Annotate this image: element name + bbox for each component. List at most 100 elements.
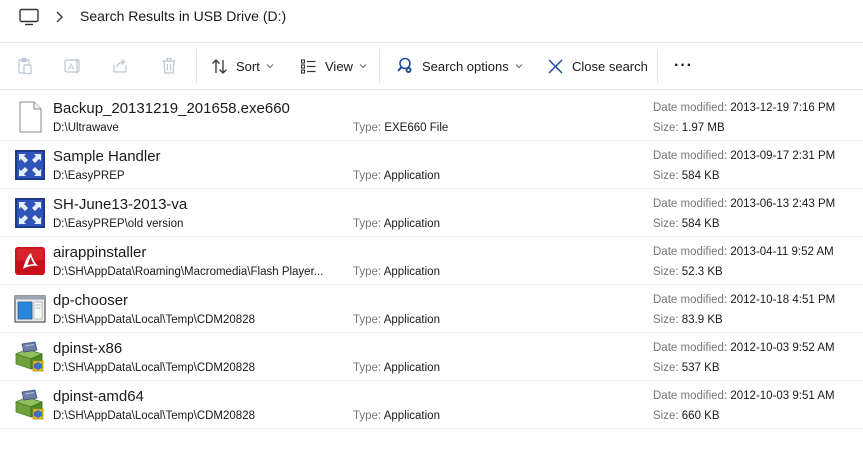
- list-item[interactable]: dp-chooser D:\SH\AppData\Local\Temp\CDM2…: [0, 285, 863, 333]
- delete-button[interactable]: [160, 43, 178, 89]
- size-label: Size:: [653, 410, 679, 422]
- type-label: Type:: [353, 362, 382, 374]
- type-value: Application: [383, 362, 440, 374]
- file-date: Date modified: 2013-04-11 9:52 AM: [653, 246, 834, 258]
- file-size: Size: 660 KB: [653, 410, 720, 422]
- toolbar-separator: [379, 49, 380, 83]
- file-name: dpinst-x86: [53, 340, 123, 357]
- file-path: D:\SH\AppData\Local\Temp\CDM20828: [53, 314, 255, 326]
- date-value: 2013-06-13 2:43 PM: [730, 198, 836, 210]
- close-icon: [548, 58, 563, 74]
- file-type: Type: Application: [353, 218, 440, 230]
- address-bar: Search Results in USB Drive (D:): [0, 0, 863, 34]
- close-search-label: Close search: [572, 58, 648, 74]
- paste-icon: [18, 57, 32, 75]
- list-item[interactable]: dpinst-amd64 D:\SH\AppData\Local\Temp\CD…: [0, 381, 863, 429]
- size-label: Size:: [653, 122, 679, 134]
- file-name: Backup_20131219_201658.exe660: [53, 100, 290, 117]
- size-value: 584 KB: [681, 170, 720, 182]
- blank-file-icon: [19, 101, 42, 133]
- file-size: Size: 1.97 MB: [653, 122, 725, 134]
- size-value: 537 KB: [681, 362, 720, 374]
- type-label: Type:: [353, 266, 382, 278]
- this-pc-icon[interactable]: [18, 8, 40, 26]
- size-value: 660 KB: [681, 410, 720, 422]
- file-size: Size: 83.9 KB: [653, 314, 723, 326]
- file-date: Date modified: 2012-10-18 4:51 PM: [653, 294, 835, 306]
- type-value: Application: [383, 314, 440, 326]
- type-label: Type:: [353, 314, 382, 326]
- date-value: 2013-09-17 2:31 PM: [730, 150, 836, 162]
- file-type: Type: Application: [353, 362, 440, 374]
- date-label: Date modified:: [653, 390, 728, 402]
- type-value: Application: [383, 410, 440, 422]
- search-options-icon: [397, 57, 412, 73]
- search-options-label: Search options: [422, 58, 509, 74]
- size-label: Size:: [653, 170, 679, 182]
- sort-button[interactable]: Sort: [211, 43, 274, 89]
- view-list-icon: [300, 58, 316, 74]
- size-value: 1.97 MB: [681, 122, 725, 134]
- file-path: D:\Ultrawave: [53, 122, 119, 134]
- file-size: Size: 537 KB: [653, 362, 720, 374]
- command-bar: A Sort View Search options Close search …: [0, 42, 863, 90]
- list-item[interactable]: Sample Handler D:\EasyPREP Type: Applica…: [0, 141, 863, 189]
- file-date: Date modified: 2013-09-17 2:31 PM: [653, 150, 835, 162]
- date-value: 2013-12-19 7:16 PM: [730, 102, 836, 114]
- paste-button[interactable]: [16, 43, 34, 89]
- file-date: Date modified: 2013-06-13 2:43 PM: [653, 198, 835, 210]
- list-item[interactable]: Backup_20131219_201658.exe660 D:\Ultrawa…: [0, 93, 863, 141]
- list-item[interactable]: airappinstaller D:\SH\AppData\Roaming\Ma…: [0, 237, 863, 285]
- file-name: dp-chooser: [53, 292, 129, 309]
- file-path: D:\EasyPREP: [53, 170, 125, 182]
- blue-arrows-app-icon: [15, 150, 45, 180]
- blue-arrows-app-icon: [15, 198, 45, 228]
- rename-icon: A: [64, 58, 80, 74]
- size-value: 52.3 KB: [681, 266, 723, 278]
- search-options-button[interactable]: Search options: [396, 43, 523, 89]
- file-date: Date modified: 2012-10-03 9:51 AM: [653, 390, 835, 402]
- file-type: Type: Application: [353, 266, 440, 278]
- more-options-label: ···: [674, 57, 693, 74]
- size-label: Size:: [653, 266, 679, 278]
- file-path: D:\SH\AppData\Roaming\Macromedia\Flash P…: [53, 266, 324, 278]
- type-label: Type:: [353, 410, 382, 422]
- toolbar-separator: [196, 49, 197, 83]
- date-label: Date modified:: [653, 342, 728, 354]
- chevron-right-icon[interactable]: [54, 10, 64, 24]
- file-name: Sample Handler: [53, 148, 161, 165]
- location-breadcrumb[interactable]: Search Results in USB Drive (D:): [80, 8, 286, 24]
- rename-button[interactable]: A: [63, 43, 83, 89]
- adobe-air-icon: [15, 247, 45, 275]
- type-value: EXE660 File: [384, 122, 449, 134]
- window-app-icon: [14, 295, 46, 323]
- close-search-button[interactable]: Close search: [547, 43, 648, 89]
- file-date: Date modified: 2013-12-19 7:16 PM: [653, 102, 835, 114]
- date-value: 2012-10-03 9:52 AM: [730, 342, 835, 354]
- chevron-down-icon: [359, 64, 367, 69]
- file-path: D:\SH\AppData\Local\Temp\CDM20828: [53, 410, 255, 422]
- size-value: 584 KB: [681, 218, 720, 230]
- date-label: Date modified:: [653, 150, 728, 162]
- file-date: Date modified: 2012-10-03 9:52 AM: [653, 342, 835, 354]
- date-value: 2012-10-03 9:51 AM: [730, 390, 835, 402]
- file-size: Size: 52.3 KB: [653, 266, 723, 278]
- chevron-down-icon: [515, 64, 523, 69]
- file-name: airappinstaller: [53, 244, 147, 261]
- size-label: Size:: [653, 362, 679, 374]
- date-label: Date modified:: [653, 246, 728, 258]
- view-button[interactable]: View: [300, 43, 367, 89]
- file-size: Size: 584 KB: [653, 170, 720, 182]
- list-item[interactable]: dpinst-x86 D:\SH\AppData\Local\Temp\CDM2…: [0, 333, 863, 381]
- type-value: Application: [383, 218, 440, 230]
- list-item[interactable]: SH-June13-2013-va D:\EasyPREP\old versio…: [0, 189, 863, 237]
- file-type: Type: EXE660 File: [353, 122, 448, 134]
- more-options-button[interactable]: ···: [674, 43, 693, 89]
- size-value: 83.9 KB: [681, 314, 723, 326]
- toolbar-separator: [657, 49, 658, 83]
- type-value: Application: [383, 266, 440, 278]
- chevron-down-icon: [266, 64, 274, 69]
- share-button[interactable]: [111, 43, 129, 89]
- file-type: Type: Application: [353, 314, 440, 326]
- size-label: Size:: [653, 314, 679, 326]
